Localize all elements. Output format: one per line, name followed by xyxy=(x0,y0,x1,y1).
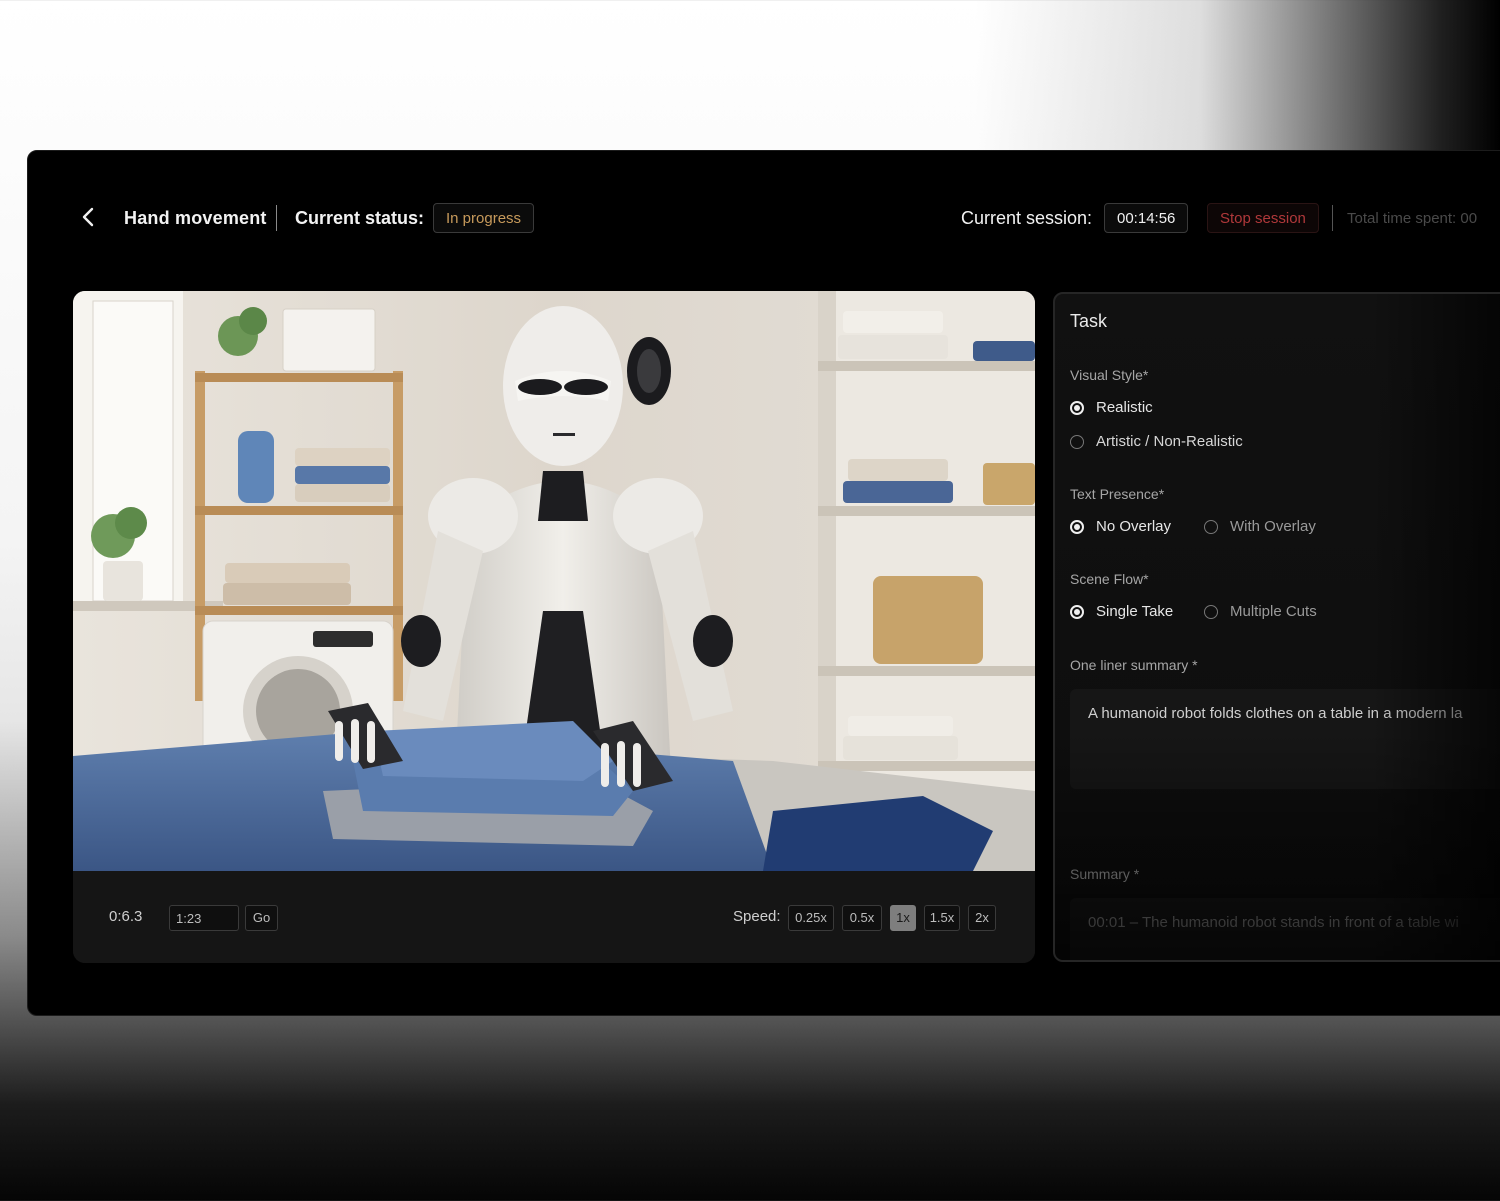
total-time-label: Total time spent: 00 xyxy=(1347,210,1478,227)
stop-session-button[interactable]: Stop session xyxy=(1207,203,1319,233)
speed-label: Speed: xyxy=(733,908,781,925)
back-button[interactable] xyxy=(74,203,102,231)
radio-artistic[interactable]: Artistic / Non-Realistic xyxy=(1070,433,1243,450)
radio-realistic[interactable]: Realistic xyxy=(1070,399,1153,416)
radio-unselected-icon xyxy=(1204,604,1218,619)
current-time: 0:6.3 xyxy=(109,908,143,925)
video-frame[interactable] xyxy=(73,291,1035,871)
radio-single-take[interactable]: Single Take xyxy=(1070,603,1173,620)
radio-label: Single Take xyxy=(1096,603,1174,620)
summary-textarea[interactable]: 00:01 – The humanoid robot stands in fro… xyxy=(1070,898,1500,960)
header-divider-2 xyxy=(1332,205,1333,231)
radio-label: Realistic xyxy=(1096,399,1153,416)
visual-style-label: Visual Style* xyxy=(1070,367,1149,383)
radio-label: No Overlay xyxy=(1096,518,1172,535)
radio-unselected-icon xyxy=(1204,519,1218,534)
session-label: Current session: xyxy=(961,208,1093,228)
session-timer: 00:14:56 xyxy=(1104,203,1189,233)
app-window: Hand movement Current status: In progres… xyxy=(27,150,1500,1016)
scene-flow-label: Scene Flow* xyxy=(1070,571,1149,587)
radio-multiple-cuts[interactable]: Multiple Cuts xyxy=(1204,603,1317,620)
radio-label: Multiple Cuts xyxy=(1230,603,1317,620)
radio-selected-icon xyxy=(1070,400,1084,415)
backdrop-gradient xyxy=(0,0,1500,160)
speed-2x-button[interactable]: 2x xyxy=(968,905,996,931)
task-name: Hand movement xyxy=(124,208,267,228)
radio-label: With Overlay xyxy=(1230,518,1316,535)
summary-label: Summary * xyxy=(1070,866,1140,882)
radio-label: Artistic / Non-Realistic xyxy=(1096,433,1243,450)
radio-unselected-icon xyxy=(1070,434,1084,449)
radio-with-overlay[interactable]: With Overlay xyxy=(1204,518,1316,535)
one-liner-label: One liner summary * xyxy=(1070,657,1198,673)
chevron-left-icon xyxy=(82,207,94,227)
radio-selected-icon xyxy=(1070,519,1084,534)
task-panel: Task Visual Style* Realistic Artistic / … xyxy=(1053,292,1500,962)
text-presence-label: Text Presence* xyxy=(1070,486,1165,502)
radio-no-overlay[interactable]: No Overlay xyxy=(1070,518,1171,535)
panel-fade-overlay xyxy=(1371,294,1500,960)
speed-0-25x-button[interactable]: 0.25x xyxy=(788,905,834,931)
speed-0-5x-button[interactable]: 0.5x xyxy=(842,905,882,931)
radio-selected-icon xyxy=(1070,604,1084,619)
video-player: 0:6.3 Go Speed: 0.25x 0.5x 1x 1.5x 2x xyxy=(73,291,1035,963)
header-divider xyxy=(276,205,277,231)
player-controls: 0:6.3 Go Speed: 0.25x 0.5x 1x 1.5x 2x xyxy=(73,871,1035,963)
one-liner-textarea[interactable]: A humanoid robot folds clothes on a tabl… xyxy=(1070,689,1500,789)
status-label: Current status: xyxy=(295,208,425,228)
status-badge: In progress xyxy=(433,203,535,233)
go-button[interactable]: Go xyxy=(245,905,278,931)
speed-1x-button[interactable]: 1x xyxy=(890,905,916,931)
header-bar: Hand movement Current status: In progres… xyxy=(28,151,1500,291)
seek-time-input[interactable] xyxy=(169,905,239,931)
speed-1-5x-button[interactable]: 1.5x xyxy=(924,905,960,931)
task-panel-title: Task xyxy=(1070,311,1108,331)
